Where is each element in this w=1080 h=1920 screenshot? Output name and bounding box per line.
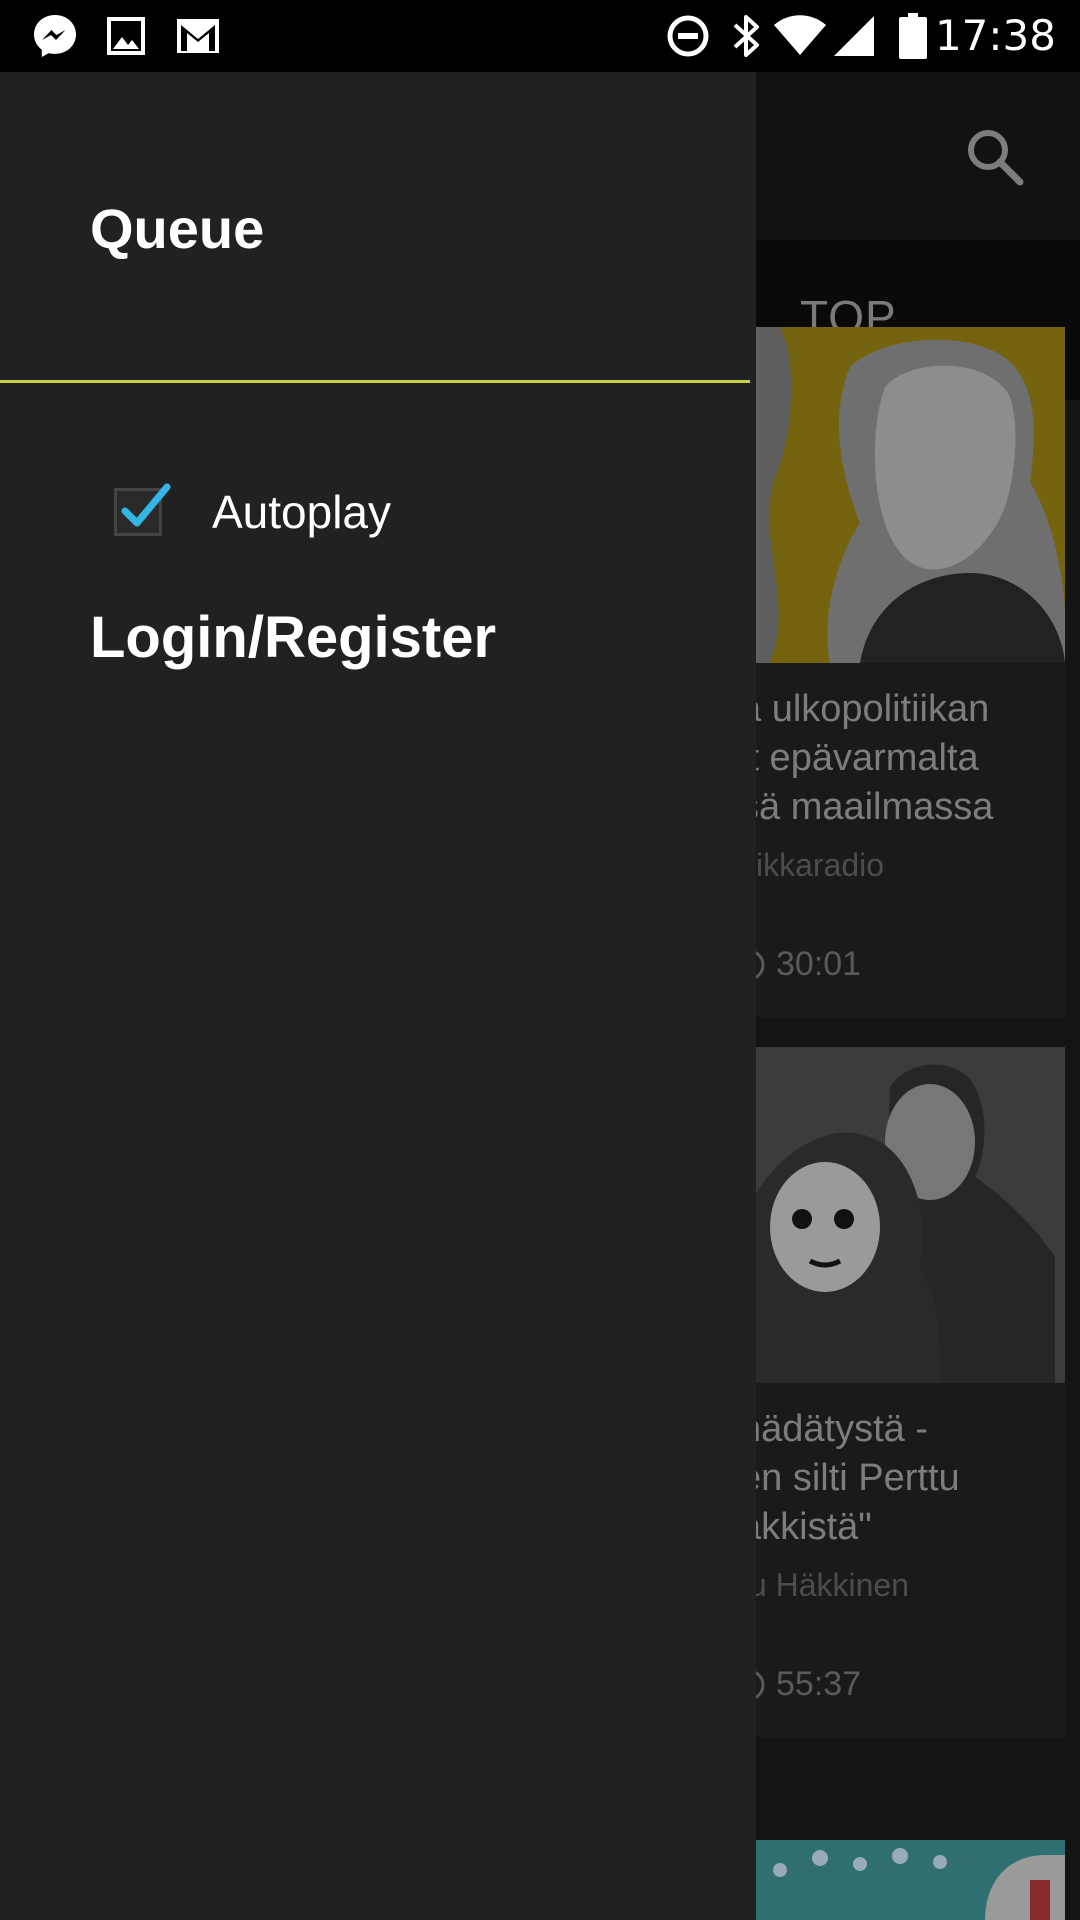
episode-card[interactable]: nädätystä - en silti Perttu äkkistä" tu … xyxy=(740,1047,1065,1737)
episode-thumbnail xyxy=(740,1047,1065,1383)
drawer-divider xyxy=(0,380,750,383)
episode-thumbnail xyxy=(740,1840,1065,1920)
episode-card[interactable]: a ulkopolitiikan it epävarmalta sä maail… xyxy=(740,327,1065,1017)
gallery-icon xyxy=(104,12,148,60)
drawer-title-queue[interactable]: Queue xyxy=(90,196,264,261)
autoplay-toggle[interactable]: Autoplay xyxy=(90,467,590,557)
episode-title: nädätystä - en silti Perttu äkkistä" xyxy=(740,1408,960,1548)
episode-card[interactable] xyxy=(740,1840,1065,1920)
duration-text: 30:01 xyxy=(776,945,862,983)
messenger-icon xyxy=(28,12,82,60)
duration-text: 55:37 xyxy=(776,1665,862,1703)
episode-show: tu Häkkinen xyxy=(740,1567,909,1603)
do-not-disturb-icon xyxy=(664,12,712,60)
bluetooth-icon xyxy=(728,12,764,60)
gmail-icon xyxy=(174,12,222,60)
signal-icon xyxy=(830,12,878,60)
autoplay-checkbox[interactable] xyxy=(114,483,171,536)
search-icon[interactable] xyxy=(962,124,1026,188)
episode-title: a ulkopolitiikan it epävarmalta sä maail… xyxy=(740,688,994,828)
check-icon xyxy=(121,483,171,527)
episode-thumbnail xyxy=(740,327,1065,663)
status-time: 17:38 xyxy=(934,11,1056,60)
navigation-drawer: Queue Autoplay Login/Register xyxy=(0,72,756,1920)
episode-duration: 30:01 xyxy=(740,945,861,984)
wifi-icon xyxy=(772,12,828,60)
episode-duration: 55:37 xyxy=(740,1665,861,1704)
status-bar: 17:38 xyxy=(0,0,1080,72)
battery-icon xyxy=(896,12,930,60)
episode-show: tiikkaradio xyxy=(740,847,885,883)
login-register-link[interactable]: Login/Register xyxy=(90,604,496,671)
autoplay-label: Autoplay xyxy=(212,486,392,538)
